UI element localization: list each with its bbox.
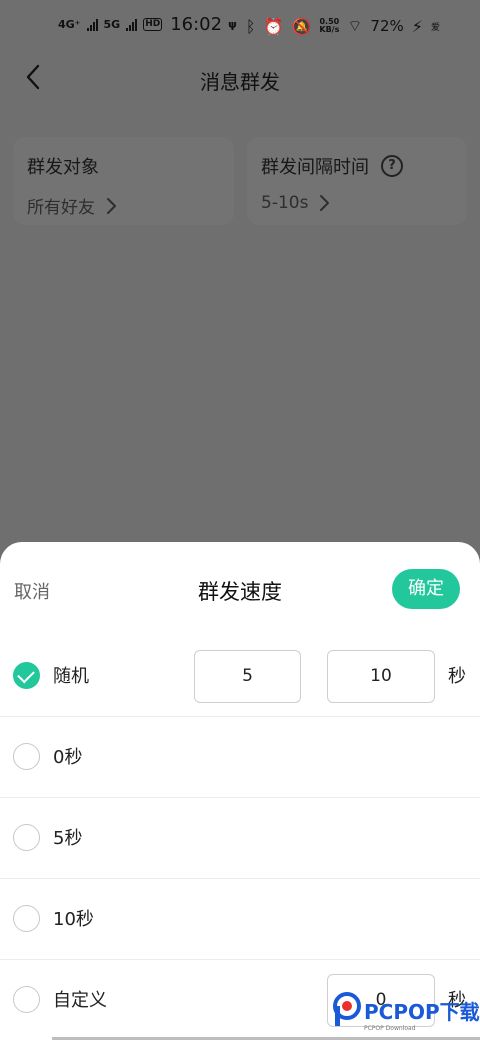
unit-label: 秒 xyxy=(448,666,466,687)
option-5s[interactable]: 5秒 xyxy=(0,798,480,879)
interval-card[interactable]: 群发间隔时间 ? 5-10s xyxy=(247,137,467,225)
random-max-input[interactable]: 10 xyxy=(327,650,435,703)
status-left: 4G⁺ 5G HD 16:02 ψ xyxy=(58,14,237,35)
option-random[interactable]: 随机 5 10 秒 xyxy=(0,636,480,717)
watermark-text: PCPOP下载 xyxy=(364,999,480,1024)
hd-voice-icon: HD xyxy=(143,18,163,31)
option-10s[interactable]: 10秒 xyxy=(0,879,480,960)
network-4g-label: 4G⁺ xyxy=(58,18,81,31)
target-card[interactable]: 群发对象 所有好友 xyxy=(13,137,234,225)
app-header: 消息群发 xyxy=(0,52,480,106)
page-title: 消息群发 xyxy=(200,70,280,94)
interval-card-title: 群发间隔时间 xyxy=(261,157,369,178)
target-card-value: 所有好友 xyxy=(27,198,95,218)
status-bar: 4G⁺ 5G HD 16:02 ψ ᛒ ⏰ 🔕 0.50 KB/s ⌔ 72% … xyxy=(0,0,480,52)
signal-icon-2 xyxy=(126,18,138,31)
radio-checked-icon[interactable] xyxy=(13,662,40,689)
charging-icon: ⚡ xyxy=(411,16,423,36)
pcpop-logo-icon xyxy=(333,992,361,1026)
network-5g-label: 5G xyxy=(103,18,121,31)
target-card-title: 群发对象 xyxy=(27,157,99,178)
alarm-icon: ⏰ xyxy=(263,16,284,36)
option-label: 5秒 xyxy=(53,828,83,849)
interval-card-value: 5-10s xyxy=(261,193,309,213)
usb-icon: ψ xyxy=(228,18,237,31)
status-right: ᛒ ⏰ 🔕 0.50 KB/s ⌔ 72% ⚡ 爱 xyxy=(246,16,440,36)
chevron-right-icon xyxy=(320,195,330,211)
signal-icon xyxy=(86,18,98,31)
radio-icon[interactable] xyxy=(13,824,40,851)
clock: 16:02 xyxy=(170,14,223,35)
net-speed: 0.50 KB/s xyxy=(319,18,339,34)
chevron-right-icon xyxy=(107,197,116,214)
bluetooth-icon: ᛒ xyxy=(245,16,256,36)
option-label: 自定义 xyxy=(53,990,107,1011)
net-speed-unit: KB/s xyxy=(319,25,340,34)
confirm-button[interactable]: 确定 xyxy=(392,569,460,609)
speed-bottom-sheet: 取消 群发速度 确定 随机 5 10 秒 0秒 5秒 10秒 自定义 0 秒 P… xyxy=(0,542,480,1040)
battery-percent: 72% xyxy=(370,17,404,35)
watermark: PCPOP下载 PCPOP Download xyxy=(330,988,480,1032)
mute-icon: 🔕 xyxy=(291,16,312,36)
option-0s[interactable]: 0秒 xyxy=(0,717,480,798)
option-label: 随机 xyxy=(53,666,89,687)
option-label: 0秒 xyxy=(53,747,83,768)
radio-icon[interactable] xyxy=(13,905,40,932)
radio-icon[interactable] xyxy=(13,986,40,1013)
help-icon[interactable]: ? xyxy=(381,155,403,177)
watermark-subtext: PCPOP Download xyxy=(364,1025,416,1032)
sheet-header: 取消 群发速度 确定 xyxy=(0,542,480,636)
option-label: 10秒 xyxy=(53,909,94,930)
status-tail-label: 爱 xyxy=(430,22,440,33)
radio-icon[interactable] xyxy=(13,743,40,770)
random-min-input[interactable]: 5 xyxy=(194,650,301,703)
wifi-icon: ⌔ xyxy=(347,16,363,35)
